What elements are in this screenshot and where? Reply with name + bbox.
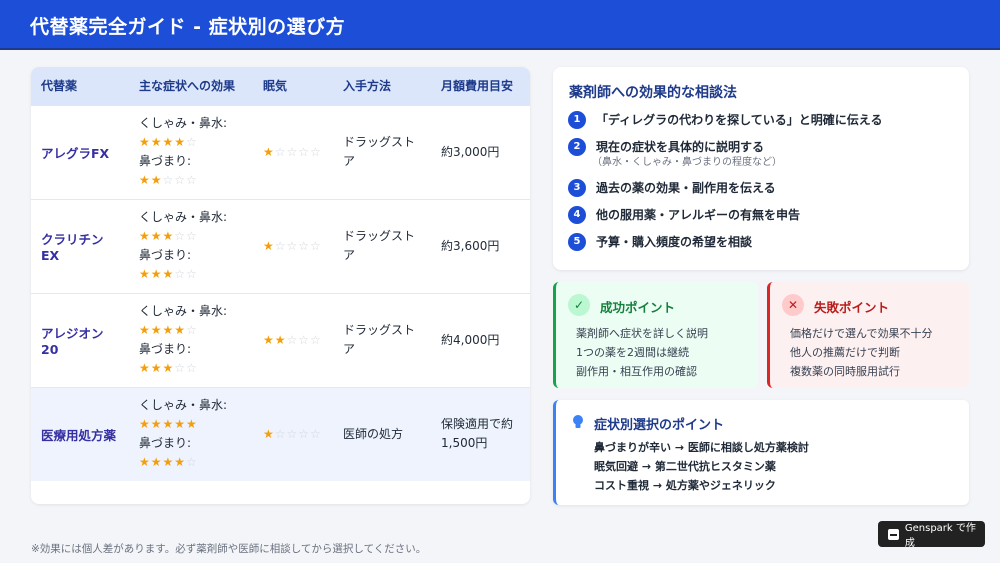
drug-name-cell: クラリチンEX: [41, 232, 104, 263]
genspark-logo-icon: [888, 528, 899, 540]
star-rating: ★★★★☆: [139, 323, 198, 337]
col-header-drug: 代替薬: [41, 79, 78, 94]
consult-card: 薬剤師への効果的な相談法 1 「ディレグラの代わりを探している」と明確に伝える 2 現…: [553, 67, 969, 270]
page-title: 代替薬完全ガイド - 症状別の選び方: [30, 16, 346, 38]
drowsiness-cell: ★☆☆☆☆: [253, 387, 333, 481]
star-rating: ★★★☆☆: [139, 267, 198, 281]
consult-step: 1 「ディレグラの代わりを探している」と明確に伝える: [568, 111, 882, 129]
step-number: 4: [568, 206, 586, 224]
drowsiness-cell: ★☆☆☆☆: [253, 105, 333, 199]
cost-cell: 約4,000円: [441, 332, 500, 347]
fail-item: 他人の推薦だけで判断: [790, 346, 900, 359]
effect-cell: くしゃみ・鼻水: ★★★★★ 鼻づまり: ★★★★☆: [129, 387, 253, 481]
table-row: クラリチンEX くしゃみ・鼻水: ★★★☆☆ 鼻づまり: ★★★☆☆ ★☆☆☆☆ ドラッグス…: [31, 199, 530, 293]
genspark-badge[interactable]: Genspark で作成: [878, 521, 985, 549]
fail-item: 価格だけで選んで効果不十分: [790, 327, 933, 340]
symptom-label: 鼻づまり:: [139, 342, 192, 356]
col-header-cost: 月額費用目安: [441, 79, 514, 94]
tips-title: 症状別選択のポイント: [594, 418, 725, 433]
consult-step: 4 他の服用薬・アレルギーの有無を申告: [568, 206, 800, 224]
consult-step: 2 現在の症状を具体的に説明する （鼻水・くしゃみ・鼻づまりの程度など）: [568, 138, 782, 170]
symptom-label: くしゃみ・鼻水:: [139, 210, 228, 224]
star-rating: ★★☆☆☆: [139, 173, 198, 187]
cost-cell: 約3,000円: [441, 144, 500, 159]
symptom-label: くしゃみ・鼻水:: [139, 116, 228, 130]
star-rating: ★☆☆☆☆: [263, 426, 322, 441]
drug-name-cell: アレジオン20: [41, 326, 104, 357]
table-row: アレジオン20 くしゃみ・鼻水: ★★★★☆ 鼻づまり: ★★★☆☆ ★★☆☆☆ ドラッグス…: [31, 293, 530, 387]
consult-title: 薬剤師への効果的な相談法: [569, 85, 737, 101]
comparison-table-card: 代替薬 主な症状への効果 眠気 入手方法 月額費用目安 アレグラFX くしゃみ・鼻…: [31, 67, 530, 504]
star-rating: ★★★☆☆: [139, 361, 198, 375]
drowsiness-cell: ★☆☆☆☆: [253, 199, 333, 293]
fail-title: 失敗ポイント: [814, 300, 890, 315]
table-header-row: 代替薬 主な症状への効果 眠気 入手方法 月額費用目安: [31, 67, 530, 105]
consult-step: 5 予算・購入頻度の希望を相談: [568, 233, 752, 251]
header-bar: 代替薬完全ガイド - 症状別の選び方: [0, 0, 1000, 50]
fail-item: 複数薬の同時服用試行: [790, 365, 900, 378]
symptom-label: くしゃみ・鼻水:: [139, 398, 228, 413]
drug-name-cell: アレグラFX: [41, 145, 110, 161]
success-title: 成功ポイント: [600, 300, 676, 315]
star-rating: ★☆☆☆☆: [263, 238, 322, 253]
table-row: アレグラFX くしゃみ・鼻水: ★★★★☆ 鼻づまり: ★★☆☆☆ ★☆☆☆☆ ドラッグスト…: [31, 105, 530, 199]
step-text: 現在の症状を具体的に説明する: [596, 140, 765, 154]
step-number: 1: [568, 111, 586, 129]
star-rating: ★★★★☆: [139, 455, 198, 470]
effect-cell: くしゃみ・鼻水: ★★★★☆ 鼻づまり: ★★★☆☆: [129, 293, 253, 387]
step-text: 予算・購入頻度の希望を相談: [596, 235, 753, 249]
step-subtext: （鼻水・くしゃみ・鼻づまりの程度など）: [592, 157, 782, 168]
consult-step: 3 過去の薬の効果・副作用を伝える: [568, 179, 776, 197]
col-header-drowsiness: 眠気: [263, 79, 288, 94]
tips-item: 眠気回避 → 第二世代抗ヒスタミン薬: [594, 460, 776, 473]
step-text: 他の服用薬・アレルギーの有無を申告: [596, 208, 801, 222]
success-item: 1つの薬を2週間は継続: [576, 346, 689, 359]
drug-name-cell: 医療用処方薬: [41, 427, 117, 443]
col-header-effect: 主な症状への効果: [139, 79, 236, 94]
source-cell: ドラッグストア: [343, 135, 416, 168]
col-header-source: 入手方法: [343, 79, 392, 94]
success-points-box: ✓ 成功ポイント 薬剤師へ症状を詳しく説明 1つの薬を2週間は継続 副作用・相互…: [553, 282, 758, 388]
success-item: 薬剤師へ症状を詳しく説明: [576, 327, 708, 340]
tips-box: 症状別選択のポイント 鼻づまりが辛い → 医師に相談し処方薬検討 眠気回避 → …: [553, 400, 969, 505]
check-icon: ✓: [568, 294, 590, 316]
star-rating: ★★★★★: [139, 417, 198, 432]
star-rating: ★★☆☆☆: [263, 332, 322, 347]
source-cell: ドラッグストア: [343, 229, 416, 262]
fail-points-box: ✕ 失敗ポイント 価格だけで選んで効果不十分 他人の推薦だけで判断 複数薬の同時…: [767, 282, 969, 388]
effect-cell: くしゃみ・鼻水: ★★★★☆ 鼻づまり: ★★☆☆☆: [129, 105, 253, 199]
step-number: 3: [568, 179, 586, 197]
symptom-label: 鼻づまり:: [139, 248, 192, 262]
drowsiness-cell: ★★☆☆☆: [253, 293, 333, 387]
star-rating: ★☆☆☆☆: [263, 144, 322, 159]
x-icon: ✕: [782, 294, 804, 316]
step-text: 「ディレグラの代わりを探している」と明確に伝える: [596, 113, 883, 127]
success-item: 副作用・相互作用の確認: [576, 365, 697, 378]
source-cell: 医師の処方: [343, 426, 404, 441]
step-number: 5: [568, 233, 586, 251]
comparison-table: 代替薬 主な症状への効果 眠気 入手方法 月額費用目安 アレグラFX くしゃみ・鼻…: [31, 67, 530, 481]
table-row: 医療用処方薬 くしゃみ・鼻水: ★★★★★ 鼻づまり: ★★★★☆ ★☆☆☆☆ 医師の処方 保…: [31, 387, 530, 481]
tips-item: 鼻づまりが辛い → 医師に相談し処方薬検討: [594, 441, 809, 454]
star-rating: ★★★★☆: [139, 135, 198, 149]
symptom-label: 鼻づまり:: [139, 436, 192, 451]
source-cell: ドラッグストア: [343, 323, 416, 356]
cost-cell: 約3,600円: [441, 238, 500, 253]
lightbulb-icon: [573, 415, 583, 428]
symptom-label: くしゃみ・鼻水:: [139, 304, 228, 318]
step-number: 2: [568, 138, 586, 156]
star-rating: ★★★☆☆: [139, 229, 198, 243]
step-text: 過去の薬の効果・副作用を伝える: [596, 181, 776, 195]
badge-label: Genspark で作成: [904, 523, 976, 549]
cost-cell: 保険適用で約1,500円: [441, 417, 514, 451]
symptom-label: 鼻づまり:: [139, 154, 192, 168]
tips-item: コスト重視 → 処方薬やジェネリック: [594, 479, 776, 492]
footnote: ※効果には個人差があります。必ず薬剤師や医師に相談してから選択してください。: [31, 543, 427, 555]
effect-cell: くしゃみ・鼻水: ★★★☆☆ 鼻づまり: ★★★☆☆: [129, 199, 253, 293]
